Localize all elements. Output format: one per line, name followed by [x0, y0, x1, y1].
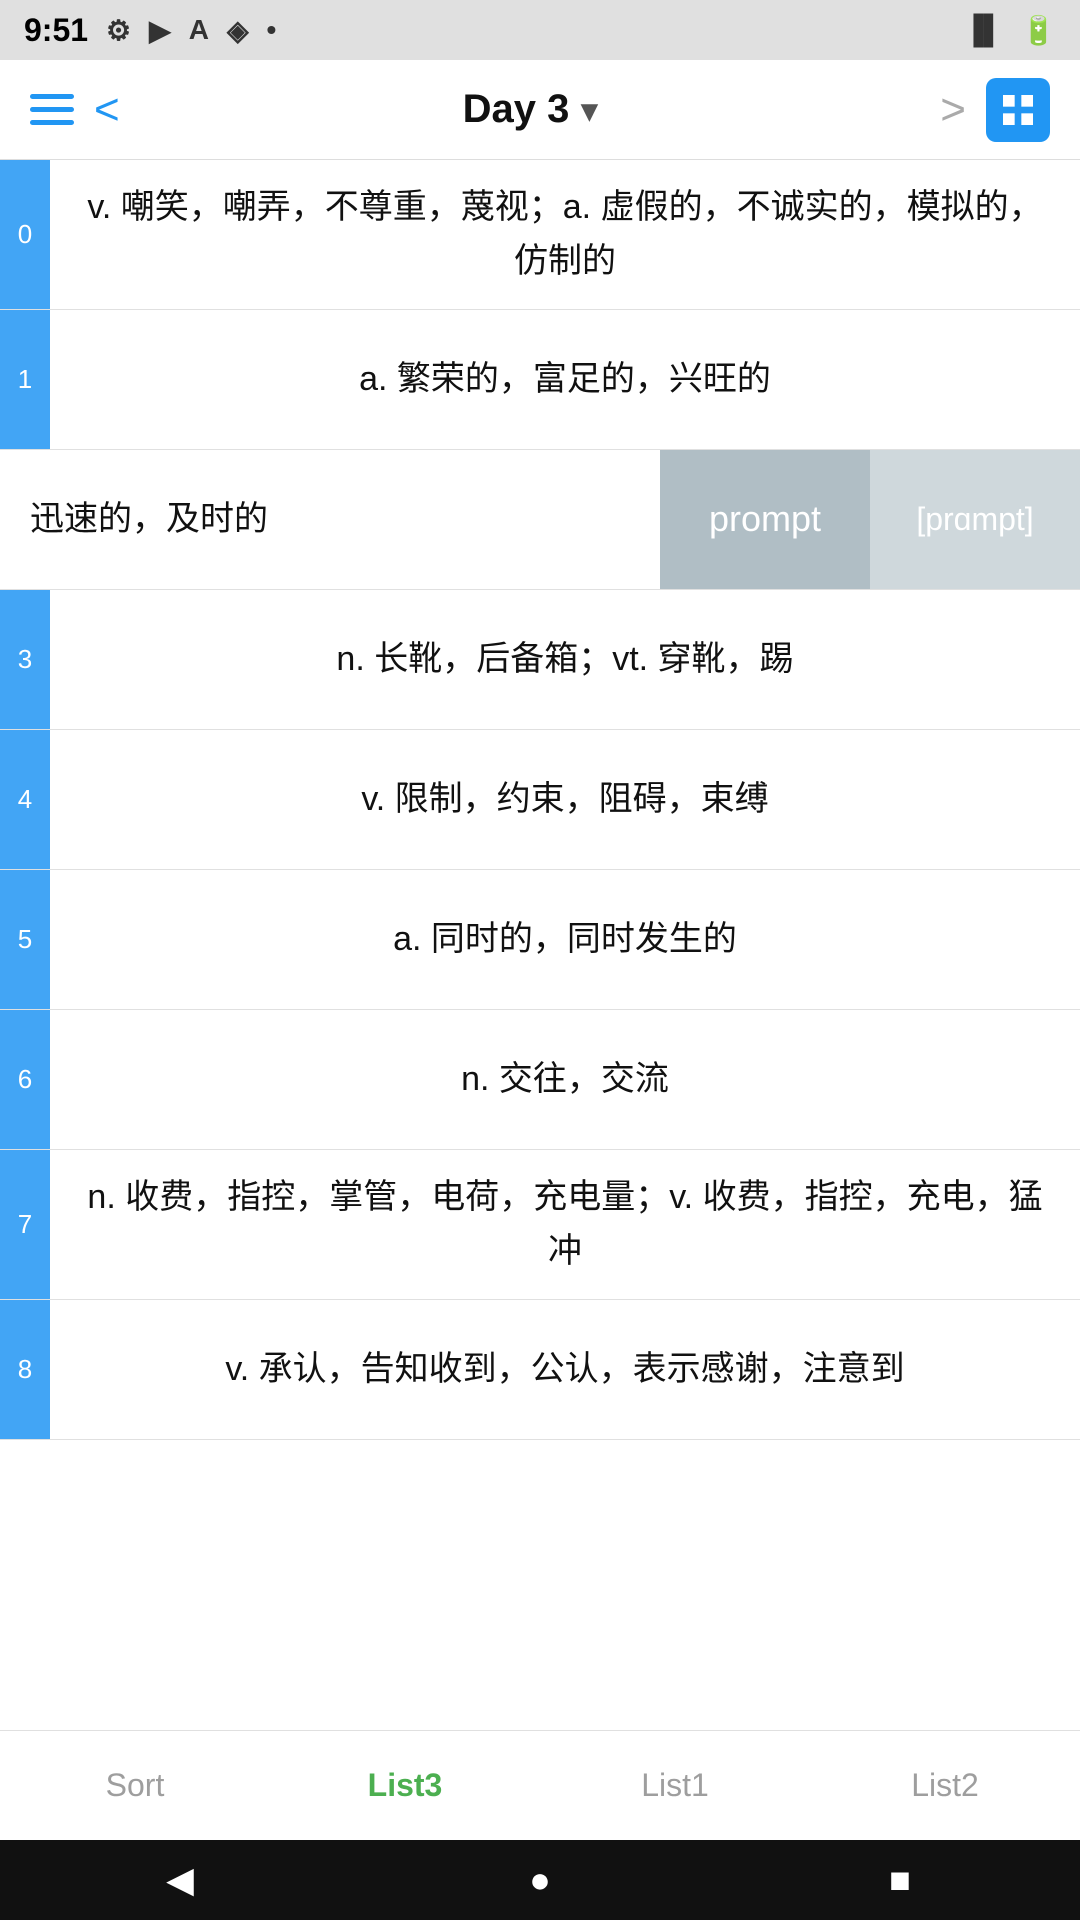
word-row[interactable]: 3 n. 长靴，后备箱；vt. 穿靴，踢 [0, 590, 1080, 730]
word-index-8: 8 [0, 1300, 50, 1439]
word-row[interactable]: 0 v. 嘲笑，嘲弄，不尊重，蔑视；a. 虚假的，不诚实的，模拟的，仿制的 [0, 160, 1080, 310]
title-dropdown-icon: ▾ [581, 91, 597, 129]
word-definition-5: a. 同时的，同时发生的 [50, 870, 1080, 1009]
word-popup[interactable]: prompt [prɑmpt] [660, 450, 1080, 589]
tab-sort[interactable]: Sort [0, 1731, 270, 1840]
tab-list3[interactable]: List3 [270, 1731, 540, 1840]
nav-title[interactable]: Day 3 ▾ [463, 87, 598, 132]
word-index-1: 1 [0, 310, 50, 449]
bottom-tab-bar: Sort List3 List1 List2 [0, 1730, 1080, 1840]
word-index-4: 4 [0, 730, 50, 869]
word-index-0: 0 [0, 160, 50, 309]
font-icon: A [189, 14, 209, 46]
play-icon: ▶ [149, 14, 171, 47]
signal-strength-icon: ▐▌ [963, 14, 1003, 46]
tab-list2[interactable]: List2 [810, 1731, 1080, 1840]
popup-phonetic: [prɑmpt] [870, 450, 1080, 589]
system-back-button[interactable]: ◀ [140, 1840, 220, 1920]
word-definition-1: a. 繁荣的，富足的，兴旺的 [50, 310, 1080, 449]
word-index-7: 7 [0, 1150, 50, 1299]
word-row[interactable]: 7 n. 收费，指控，掌管，电荷，充电量；v. 收费，指控，充电，猛冲 [0, 1150, 1080, 1300]
word-row[interactable]: 4 v. 限制，约束，阻碍，束缚 [0, 730, 1080, 870]
dot-icon: • [266, 14, 276, 46]
status-bar: 9:51 ⚙ ▶ A ◈ • ▐▌ 🔋 [0, 0, 1080, 60]
hamburger-menu-button[interactable] [30, 94, 74, 125]
system-nav-bar: ◀ ● ■ [0, 1840, 1080, 1920]
system-recents-button[interactable]: ■ [860, 1840, 940, 1920]
word-definition-8: v. 承认，告知收到，公认，表示感谢，注意到 [50, 1300, 1080, 1439]
popup-word[interactable]: prompt [660, 450, 870, 589]
word-index-3: 3 [0, 590, 50, 729]
word-row[interactable]: 1 a. 繁荣的，富足的，兴旺的 [0, 310, 1080, 450]
word-definition-0: v. 嘲笑，嘲弄，不尊重，蔑视；a. 虚假的，不诚实的，模拟的，仿制的 [50, 160, 1080, 309]
word-definition-3: n. 长靴，后备箱；vt. 穿靴，踢 [50, 590, 1080, 729]
tab-list1[interactable]: List1 [540, 1731, 810, 1840]
word-row-with-overlay[interactable]: 迅速的，及时的 prompt [prɑmpt] [0, 450, 1080, 590]
word-row[interactable]: 8 v. 承认，告知收到，公认，表示感谢，注意到 [0, 1300, 1080, 1440]
signal-icon: ◈ [227, 14, 249, 47]
word-definition-4: v. 限制，约束，阻碍，束缚 [50, 730, 1080, 869]
word-index-6: 6 [0, 1010, 50, 1149]
settings-icon: ⚙ [106, 14, 131, 47]
word-row[interactable]: 5 a. 同时的，同时发生的 [0, 870, 1080, 1010]
back-button[interactable]: < [94, 85, 120, 135]
battery-icon: 🔋 [1021, 14, 1056, 47]
grid-view-button[interactable] [986, 78, 1050, 142]
system-home-button[interactable]: ● [500, 1840, 580, 1920]
word-list: 0 v. 嘲笑，嘲弄，不尊重，蔑视；a. 虚假的，不诚实的，模拟的，仿制的 1 … [0, 160, 1080, 1630]
word-row[interactable]: 6 n. 交往，交流 [0, 1010, 1080, 1150]
word-definition-7: n. 收费，指控，掌管，电荷，充电量；v. 收费，指控，充电，猛冲 [50, 1150, 1080, 1299]
word-index-5: 5 [0, 870, 50, 1009]
word-definition-6: n. 交往，交流 [50, 1010, 1080, 1149]
status-time: 9:51 [24, 12, 88, 49]
nav-bar: < Day 3 ▾ > [0, 60, 1080, 160]
forward-button[interactable]: > [940, 85, 966, 135]
day-title: Day 3 [463, 87, 570, 132]
